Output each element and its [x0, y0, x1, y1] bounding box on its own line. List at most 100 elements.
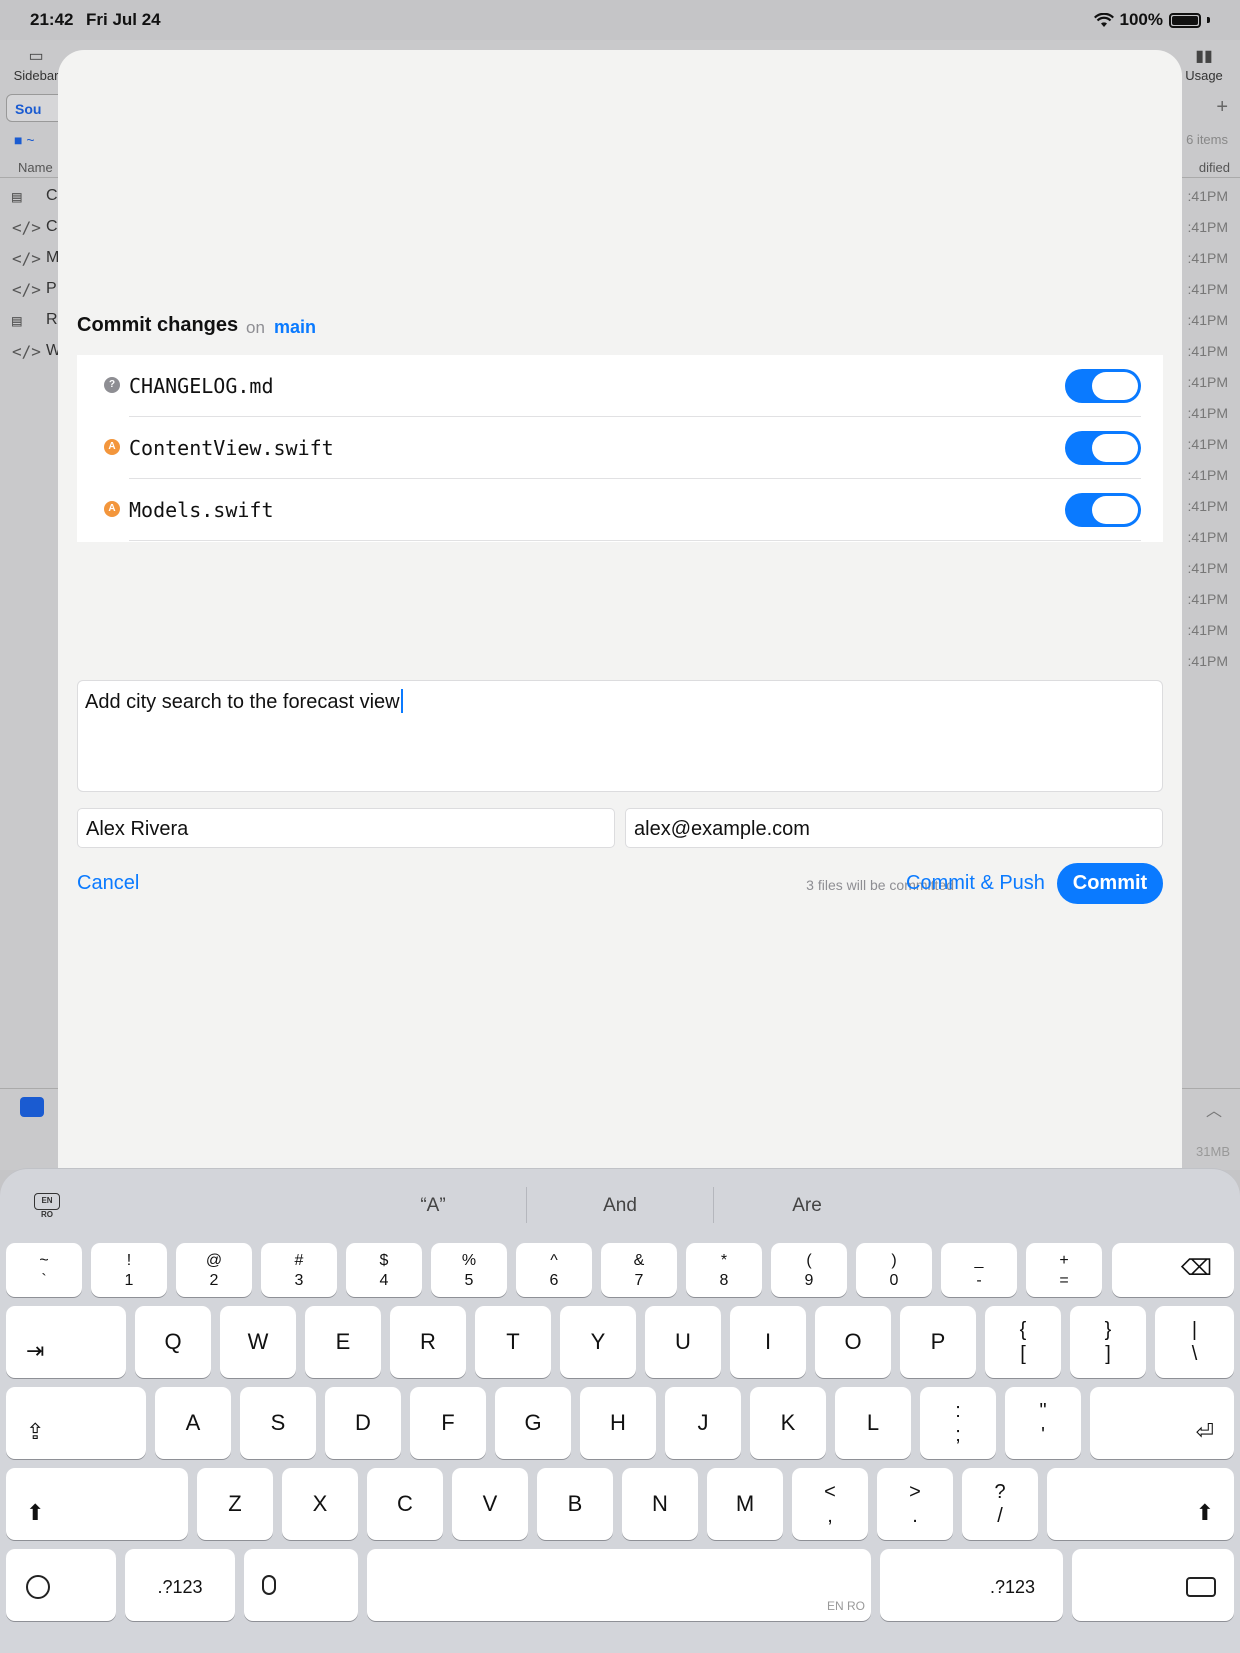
- key-char: \: [1191, 1343, 1198, 1365]
- key-9[interactable]: (9: [771, 1243, 847, 1297]
- key-2[interactable]: @2: [176, 1243, 252, 1297]
- suggestion-item[interactable]: Are: [714, 1195, 900, 1217]
- sidebar-icon: ▭: [28, 48, 44, 65]
- space-key[interactable]: EN RO: [367, 1549, 871, 1621]
- key-char: 6: [549, 1272, 559, 1289]
- key-p[interactable]: P: [900, 1306, 976, 1378]
- key-x[interactable]: X: [282, 1468, 358, 1540]
- key-m[interactable]: M: [707, 1468, 783, 1540]
- key-q[interactable]: Q: [135, 1306, 211, 1378]
- key-g[interactable]: G: [495, 1387, 571, 1459]
- key-l[interactable]: L: [835, 1387, 911, 1459]
- key-char: `: [41, 1272, 47, 1289]
- key-c[interactable]: C: [367, 1468, 443, 1540]
- key-s[interactable]: S: [240, 1387, 316, 1459]
- key-semicolon[interactable]: :;: [920, 1387, 996, 1459]
- key-u[interactable]: U: [645, 1306, 721, 1378]
- commit-button[interactable]: Commit: [1057, 863, 1163, 904]
- key-5[interactable]: % 5: [431, 1243, 507, 1297]
- key-minus[interactable]: _ -: [941, 1243, 1017, 1297]
- key-j[interactable]: J: [665, 1387, 741, 1459]
- include-file-toggle[interactable]: [1065, 369, 1141, 403]
- key-bracket-left[interactable]: {[: [985, 1306, 1061, 1378]
- microphone-icon: [262, 1575, 276, 1595]
- key-0[interactable]: ) 0: [856, 1243, 932, 1297]
- key-char: ;: [955, 1424, 961, 1446]
- sidebar-toggle-button[interactable]: ▭ Sidebar: [6, 46, 66, 83]
- key-shift-char: #: [294, 1252, 304, 1269]
- numbers-key-left[interactable]: .?123: [125, 1549, 235, 1621]
- key-a[interactable]: A: [155, 1387, 231, 1459]
- key-shift-char: _: [974, 1252, 984, 1269]
- file-row[interactable]: A ContentView.swift: [77, 417, 1163, 479]
- key-k[interactable]: K: [750, 1387, 826, 1459]
- source-control-tab[interactable]: Sou: [6, 94, 66, 122]
- key-t[interactable]: T: [475, 1306, 551, 1378]
- key-bracket-right[interactable]: }]: [1070, 1306, 1146, 1378]
- key-tilde[interactable]: ~ `: [6, 1243, 82, 1297]
- globe-key[interactable]: [6, 1549, 116, 1621]
- commit-and-push-button[interactable]: Commit & Push: [906, 872, 1045, 895]
- key-char: [: [1020, 1343, 1026, 1365]
- include-file-toggle[interactable]: [1065, 431, 1141, 465]
- key-w[interactable]: W: [220, 1306, 296, 1378]
- key-f[interactable]: F: [410, 1387, 486, 1459]
- include-file-toggle[interactable]: [1065, 493, 1141, 527]
- author-name-field[interactable]: Alex Rivera: [77, 808, 615, 848]
- commit-message-input[interactable]: Add city search to the forecast view: [77, 680, 1163, 792]
- commit-sheet: Commit changes on main ? CHANGELOG.md A …: [58, 50, 1182, 1180]
- key-y[interactable]: Y: [560, 1306, 636, 1378]
- key-1[interactable]: ! 1: [91, 1243, 167, 1297]
- cancel-button[interactable]: Cancel: [77, 872, 139, 895]
- key-o[interactable]: O: [815, 1306, 891, 1378]
- key-comma[interactable]: <,: [792, 1468, 868, 1540]
- branch-name[interactable]: main: [274, 317, 316, 338]
- add-icon[interactable]: +: [1216, 96, 1228, 119]
- key-equals[interactable]: + =: [1026, 1243, 1102, 1297]
- key-z[interactable]: Z: [197, 1468, 273, 1540]
- key-period[interactable]: >.: [877, 1468, 953, 1540]
- key-n[interactable]: N: [622, 1468, 698, 1540]
- background-row-label: C: [46, 218, 58, 235]
- shift-key-right[interactable]: ⬆: [1047, 1468, 1234, 1540]
- key-3[interactable]: #3: [261, 1243, 337, 1297]
- key-v[interactable]: V: [452, 1468, 528, 1540]
- caps-lock-key[interactable]: ⇪: [6, 1387, 146, 1459]
- return-key[interactable]: ⏎: [1090, 1387, 1234, 1459]
- key-slash[interactable]: ? /: [962, 1468, 1038, 1540]
- suggestion-item[interactable]: And: [527, 1195, 713, 1217]
- key-quote[interactable]: " ': [1005, 1387, 1081, 1459]
- shift-key-left[interactable]: ⬆: [6, 1468, 188, 1540]
- numbers-key-label: .?123: [990, 1577, 1036, 1597]
- dictation-key[interactable]: [244, 1549, 358, 1621]
- key-e[interactable]: E: [305, 1306, 381, 1378]
- dismiss-keyboard-key[interactable]: [1072, 1549, 1234, 1621]
- path-label: ~: [26, 132, 35, 148]
- key-6[interactable]: ^ 6: [516, 1243, 592, 1297]
- document-icon: ▤: [12, 187, 22, 206]
- usage-button[interactable]: ▮▮ Usage: [1174, 46, 1234, 83]
- key-7[interactable]: & 7: [601, 1243, 677, 1297]
- key-d[interactable]: D: [325, 1387, 401, 1459]
- suggestion-item[interactable]: “A”: [340, 1195, 526, 1217]
- file-row[interactable]: A Models.swift: [77, 479, 1163, 541]
- tab-key[interactable]: ⇥: [6, 1306, 126, 1378]
- key-i[interactable]: I: [730, 1306, 806, 1378]
- key-r[interactable]: R: [390, 1306, 466, 1378]
- numbers-key-right[interactable]: .?123: [880, 1549, 1063, 1621]
- file-row[interactable]: ? CHANGELOG.md: [77, 355, 1163, 417]
- key-h[interactable]: H: [580, 1387, 656, 1459]
- key-4[interactable]: $4: [346, 1243, 422, 1297]
- key-char: /: [997, 1505, 1003, 1527]
- language-badge-icon[interactable]: EN RO: [34, 1193, 60, 1219]
- key-b[interactable]: B: [537, 1468, 613, 1540]
- key-8[interactable]: * 8: [686, 1243, 762, 1297]
- status-bar: 21:42 Fri Jul 24 100%: [0, 0, 1240, 40]
- key-char: ,: [827, 1505, 833, 1527]
- key-backslash[interactable]: | \: [1155, 1306, 1234, 1378]
- author-email-field[interactable]: alex@example.com: [625, 808, 1163, 848]
- row-divider: [129, 540, 1141, 541]
- chevron-up-icon[interactable]: ︿: [1206, 1097, 1222, 1121]
- tray-icon[interactable]: [20, 1097, 44, 1117]
- delete-key[interactable]: ⌫: [1112, 1243, 1234, 1297]
